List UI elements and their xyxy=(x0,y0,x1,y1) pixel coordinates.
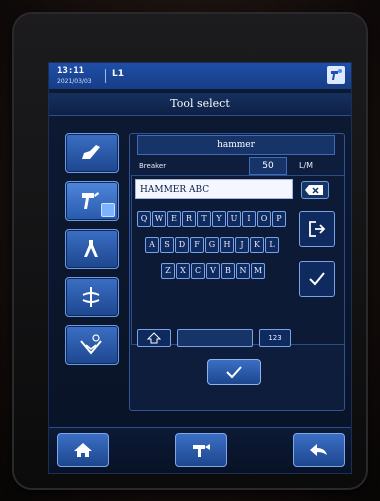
screen: 13:11 2021/03/03 L1 Tool select hammer B… xyxy=(48,62,352,474)
backspace-icon xyxy=(305,185,323,195)
sidebar-item-hammer[interactable] xyxy=(65,181,119,221)
key-y[interactable]: Y xyxy=(212,211,226,227)
breaker-value-field[interactable]: 50 xyxy=(249,157,287,175)
hammer-toggle-icon xyxy=(193,444,210,457)
date: 2021/03/03 xyxy=(57,78,92,85)
hammer-tool-icon xyxy=(327,66,345,84)
onscreen-keyboard xyxy=(131,175,345,345)
sidebar-item-grapple[interactable] xyxy=(65,229,119,269)
key-o[interactable]: O xyxy=(257,211,271,227)
key-z[interactable]: Z xyxy=(161,263,175,279)
selected-check-icon xyxy=(101,203,115,217)
exit-icon xyxy=(309,221,326,237)
sidebar-item-add-tool[interactable] xyxy=(65,325,119,365)
key-r[interactable]: R xyxy=(182,211,196,227)
shift-icon xyxy=(146,332,162,344)
backspace-button[interactable] xyxy=(301,181,329,199)
back-button[interactable] xyxy=(293,433,345,467)
home-button[interactable] xyxy=(57,433,109,467)
numeric-toggle-key[interactable]: 123 xyxy=(259,329,291,347)
key-v[interactable]: V xyxy=(206,263,220,279)
unit-label: L/M xyxy=(299,161,314,170)
tool-name-field[interactable]: hammer xyxy=(137,135,335,155)
key-t[interactable]: T xyxy=(197,211,211,227)
back-arrow-icon xyxy=(310,444,327,456)
level-indicator: L1 xyxy=(112,69,124,79)
confirm-button[interactable] xyxy=(207,359,261,385)
add-tool-icon xyxy=(80,334,102,355)
key-n[interactable]: N xyxy=(236,263,250,279)
key-p[interactable]: P xyxy=(272,211,286,227)
shift-key[interactable] xyxy=(137,329,171,347)
space-key[interactable] xyxy=(177,329,253,347)
bucket-icon xyxy=(82,145,100,159)
exit-keyboard-button[interactable] xyxy=(299,211,335,247)
key-u[interactable]: U xyxy=(227,211,241,227)
status-bar: 13:11 2021/03/03 L1 xyxy=(49,63,351,89)
key-e[interactable]: E xyxy=(167,211,181,227)
key-m[interactable]: M xyxy=(251,263,265,279)
keyboard-enter-button[interactable] xyxy=(299,261,335,297)
checkmark-icon xyxy=(309,272,325,286)
hammer-toggle-button[interactable] xyxy=(175,433,227,467)
key-s[interactable]: S xyxy=(160,237,174,253)
key-x[interactable]: X xyxy=(176,263,190,279)
key-g[interactable]: G xyxy=(205,237,219,253)
key-h[interactable]: H xyxy=(220,237,234,253)
status-divider xyxy=(105,69,106,83)
key-w[interactable]: W xyxy=(152,211,166,227)
key-l[interactable]: L xyxy=(265,237,279,253)
sidebar-item-tiltrotator[interactable] xyxy=(65,277,119,317)
keyboard-input[interactable]: HAMMER ABC xyxy=(135,179,293,199)
key-f[interactable]: F xyxy=(190,237,204,253)
sidebar-item-bucket[interactable] xyxy=(65,133,119,173)
page-title: Tool select xyxy=(49,93,351,116)
key-j[interactable]: J xyxy=(235,237,249,253)
clock: 13:11 xyxy=(57,66,85,76)
key-d[interactable]: D xyxy=(175,237,189,253)
key-a[interactable]: A xyxy=(145,237,159,253)
tiltrotator-icon xyxy=(82,287,100,307)
home-icon xyxy=(74,443,92,457)
key-c[interactable]: C xyxy=(191,263,205,279)
grapple-icon xyxy=(84,240,98,257)
key-i[interactable]: I xyxy=(242,211,256,227)
key-k[interactable]: K xyxy=(250,237,264,253)
breaker-label: Breaker xyxy=(139,162,167,170)
confirm-check-icon xyxy=(226,366,242,379)
key-b[interactable]: B xyxy=(221,263,235,279)
key-q[interactable]: Q xyxy=(137,211,151,227)
